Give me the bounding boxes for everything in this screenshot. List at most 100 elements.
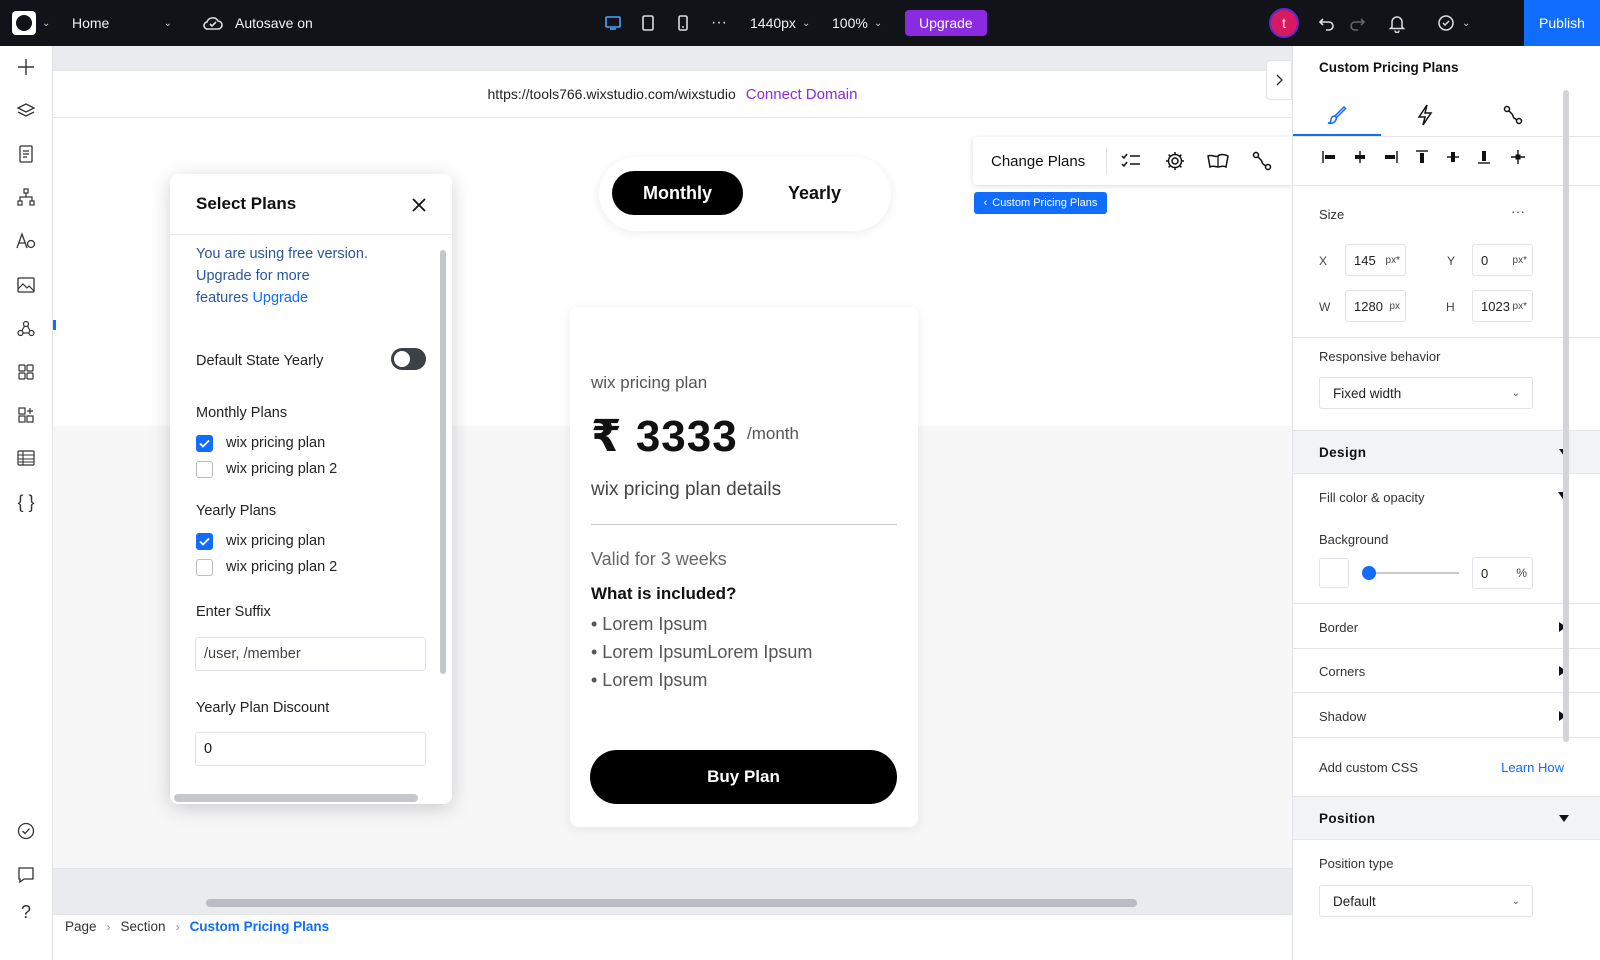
brush-icon bbox=[1327, 105, 1347, 125]
site-structure-icon[interactable] bbox=[14, 185, 38, 209]
monthly-plan-option[interactable]: wix pricing plan 2 bbox=[196, 460, 337, 478]
business-icon[interactable] bbox=[14, 403, 38, 427]
feature-item: • Lorem IpsumLorem Ipsum bbox=[591, 642, 813, 662]
y-position-field[interactable]: 0 px* bbox=[1472, 244, 1533, 276]
width-select[interactable]: 1440px ⌄ bbox=[750, 0, 810, 46]
billing-toggle: Monthly Yearly bbox=[599, 157, 891, 231]
app-market-icon[interactable] bbox=[14, 360, 38, 384]
settings-gear-icon[interactable] bbox=[1163, 149, 1187, 173]
page-select[interactable]: Home ⌄ bbox=[72, 0, 172, 46]
mobile-view-button[interactable] bbox=[677, 0, 689, 46]
checkbox-checked[interactable] bbox=[196, 434, 213, 452]
align-center-horizontal-icon[interactable] bbox=[1349, 146, 1371, 168]
tab-interactions[interactable] bbox=[1381, 94, 1469, 136]
upgrade-link[interactable]: Upgrade bbox=[252, 290, 308, 306]
align-right-icon[interactable] bbox=[1380, 146, 1402, 168]
connect-icon[interactable] bbox=[1250, 149, 1274, 173]
yearly-plan-option[interactable]: wix pricing plan bbox=[196, 532, 325, 550]
add-elements-icon[interactable] bbox=[14, 55, 38, 79]
comments-icon[interactable] bbox=[14, 863, 38, 887]
design-section-header[interactable]: Design bbox=[1293, 430, 1600, 474]
discount-input[interactable]: 0 bbox=[195, 732, 426, 766]
tablet-view-button[interactable] bbox=[641, 0, 655, 46]
height-field[interactable]: 1023 px* bbox=[1472, 290, 1533, 322]
monthly-plan-option[interactable]: wix pricing plan bbox=[196, 434, 325, 452]
plan-option-label: wix pricing plan bbox=[226, 533, 326, 549]
responsive-behavior-select[interactable]: Fixed width ⌄ bbox=[1319, 377, 1533, 409]
align-left-icon[interactable] bbox=[1318, 146, 1340, 168]
plan-price: ₹ 3333 bbox=[591, 412, 738, 461]
notifications-button[interactable] bbox=[1388, 0, 1406, 46]
typography-icon[interactable] bbox=[14, 229, 38, 253]
more-breakpoints-icon[interactable]: ··· bbox=[711, 0, 727, 46]
wix-logo-menu[interactable]: ⌄ bbox=[12, 0, 50, 46]
media-icon[interactable] bbox=[14, 273, 38, 297]
site-checklist-icon[interactable] bbox=[14, 819, 38, 843]
code-braces-icon[interactable]: { } bbox=[14, 490, 38, 514]
connect-domain-link[interactable]: Connect Domain bbox=[746, 86, 858, 103]
learn-how-link[interactable]: Learn How bbox=[1501, 760, 1564, 775]
desktop-view-button[interactable] bbox=[604, 0, 622, 46]
panel-vertical-scrollbar[interactable] bbox=[440, 250, 446, 674]
pricing-plan-card[interactable]: wix pricing plan ₹ 3333 /month wix prici… bbox=[570, 307, 918, 827]
publish-button[interactable]: Publish bbox=[1524, 0, 1600, 46]
align-bottom-icon[interactable] bbox=[1473, 146, 1495, 168]
tab-design[interactable] bbox=[1293, 94, 1381, 136]
x-position-field[interactable]: 145 px* bbox=[1345, 244, 1406, 276]
chevron-down-icon: ⌄ bbox=[1462, 17, 1471, 29]
distribute-icon[interactable] bbox=[1507, 146, 1529, 168]
canvas-horizontal-scrollbar[interactable] bbox=[206, 899, 1137, 907]
checkbox-unchecked[interactable] bbox=[196, 558, 213, 576]
pages-icon[interactable] bbox=[14, 142, 38, 166]
plan-period: /month bbox=[747, 424, 799, 443]
monthly-toggle-button[interactable]: Monthly bbox=[612, 171, 743, 215]
site-actions-menu[interactable]: ⌄ bbox=[1436, 0, 1470, 46]
checkbox-checked[interactable] bbox=[196, 532, 213, 550]
position-heading: Position bbox=[1319, 811, 1376, 826]
more-options-icon[interactable]: ··· bbox=[1511, 203, 1525, 219]
position-section-header[interactable]: Position bbox=[1293, 796, 1600, 840]
width-field[interactable]: 1280 px bbox=[1345, 290, 1406, 322]
breadcrumb-item[interactable]: Section bbox=[121, 919, 166, 934]
change-plans-button[interactable]: Change Plans bbox=[991, 137, 1085, 185]
align-middle-icon[interactable] bbox=[1442, 146, 1464, 168]
layers-icon[interactable] bbox=[14, 99, 38, 123]
checklist-icon[interactable] bbox=[1119, 149, 1143, 173]
shadow-label[interactable]: Shadow bbox=[1319, 709, 1366, 724]
expand-panel-button[interactable] bbox=[1266, 60, 1292, 100]
component-name-tag[interactable]: ‹ Custom Pricing Plans bbox=[974, 192, 1107, 214]
inspector-vertical-scrollbar[interactable] bbox=[1563, 90, 1569, 742]
yearly-toggle-button[interactable]: Yearly bbox=[749, 171, 880, 215]
buy-plan-button[interactable]: Buy Plan bbox=[590, 750, 897, 804]
border-label[interactable]: Border bbox=[1319, 620, 1358, 635]
checkbox-unchecked[interactable] bbox=[196, 460, 213, 478]
fill-color-opacity-label[interactable]: Fill color & opacity bbox=[1319, 490, 1424, 505]
breadcrumb-current[interactable]: Custom Pricing Plans bbox=[190, 919, 330, 934]
default-state-toggle[interactable] bbox=[391, 348, 426, 370]
background-color-swatch[interactable] bbox=[1319, 558, 1349, 588]
yearly-plan-option[interactable]: wix pricing plan 2 bbox=[196, 558, 337, 576]
undo-button[interactable] bbox=[1318, 0, 1336, 46]
align-top-icon[interactable] bbox=[1411, 146, 1433, 168]
feature-list: • Lorem Ipsum • Lorem IpsumLorem Ipsum •… bbox=[591, 614, 812, 698]
corners-label[interactable]: Corners bbox=[1319, 664, 1365, 679]
suffix-input[interactable]: /user, /member bbox=[195, 637, 426, 671]
user-avatar[interactable]: t bbox=[1269, 8, 1299, 38]
apps-icon[interactable] bbox=[14, 317, 38, 341]
autosave-status[interactable]: Autosave on bbox=[202, 0, 313, 46]
opacity-slider-track[interactable] bbox=[1369, 572, 1459, 574]
breadcrumb-item[interactable]: Page bbox=[65, 919, 97, 934]
redo-button[interactable] bbox=[1348, 0, 1366, 46]
zoom-select[interactable]: 100% ⌄ bbox=[832, 0, 882, 46]
cms-table-icon[interactable] bbox=[14, 446, 38, 470]
opacity-field[interactable]: 0% bbox=[1472, 557, 1533, 589]
close-panel-button[interactable] bbox=[408, 194, 430, 216]
panel-horizontal-scrollbar[interactable] bbox=[174, 794, 418, 802]
position-type-select[interactable]: Default ⌄ bbox=[1319, 885, 1533, 917]
section-handle[interactable] bbox=[53, 320, 56, 330]
tab-connect[interactable] bbox=[1469, 94, 1557, 136]
help-question-icon[interactable]: ? bbox=[14, 900, 38, 924]
opacity-slider-handle[interactable] bbox=[1362, 566, 1376, 580]
upgrade-button[interactable]: Upgrade bbox=[905, 10, 987, 36]
design-presets-icon[interactable] bbox=[1206, 149, 1230, 173]
